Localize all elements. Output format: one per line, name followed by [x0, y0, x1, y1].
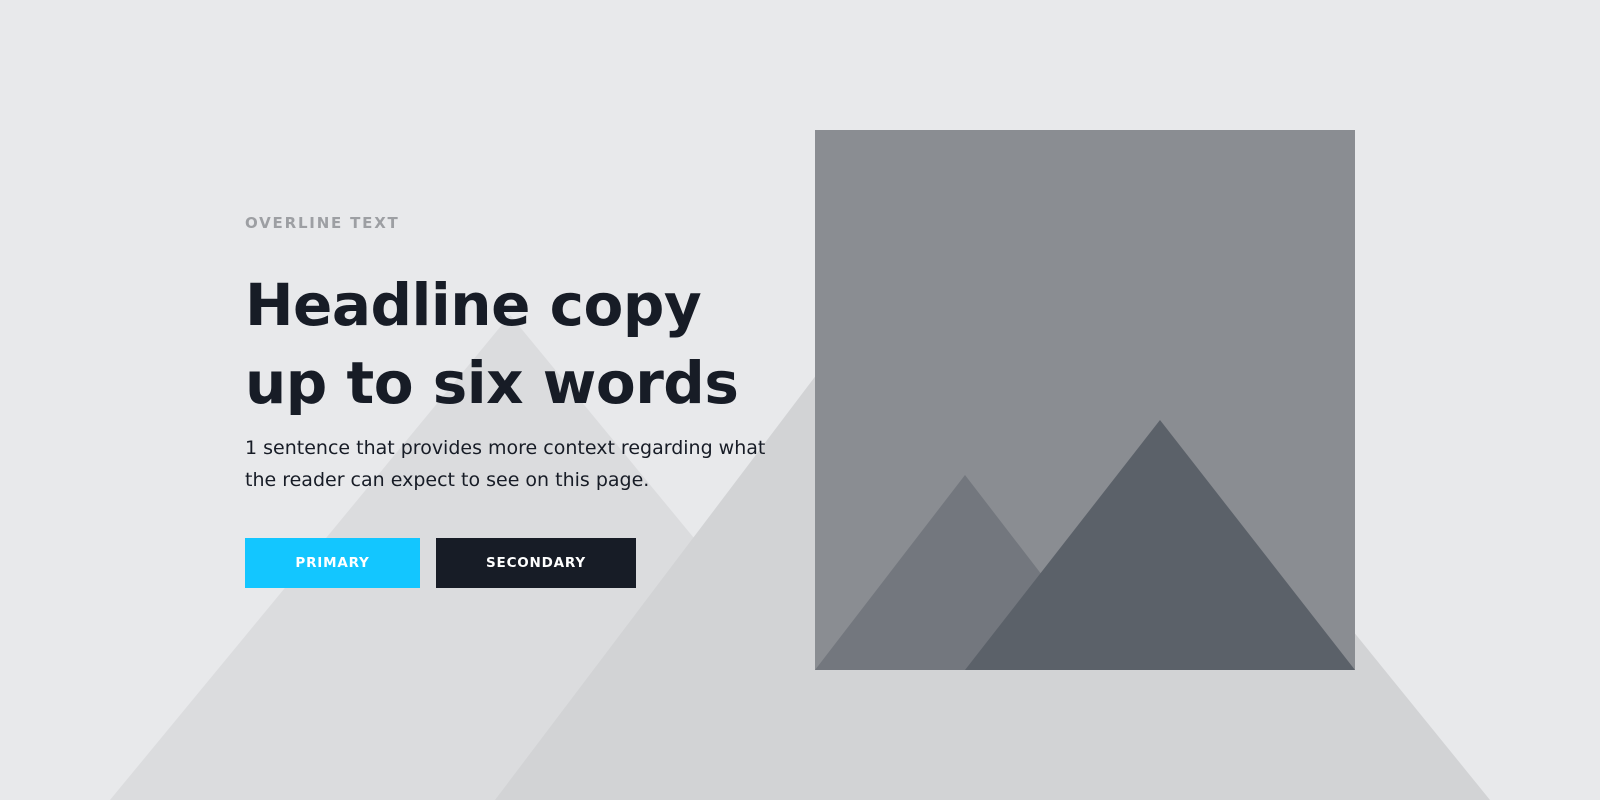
primary-button[interactable]: PRIMARY: [245, 538, 420, 588]
image-placeholder-icon: [815, 130, 1355, 670]
background-mountains: [110, 165, 1490, 800]
subheadline: 1 sentence that provides more context re…: [245, 437, 766, 491]
headline: Headline copy up to six words: [245, 271, 739, 417]
overline-text: OVERLINE TEXT: [245, 214, 400, 232]
hero-section: OVERLINE TEXT Headline copy up to six wo…: [245, 214, 785, 588]
button-group: PRIMARY SECONDARY: [245, 538, 785, 588]
secondary-button[interactable]: SECONDARY: [436, 538, 636, 588]
